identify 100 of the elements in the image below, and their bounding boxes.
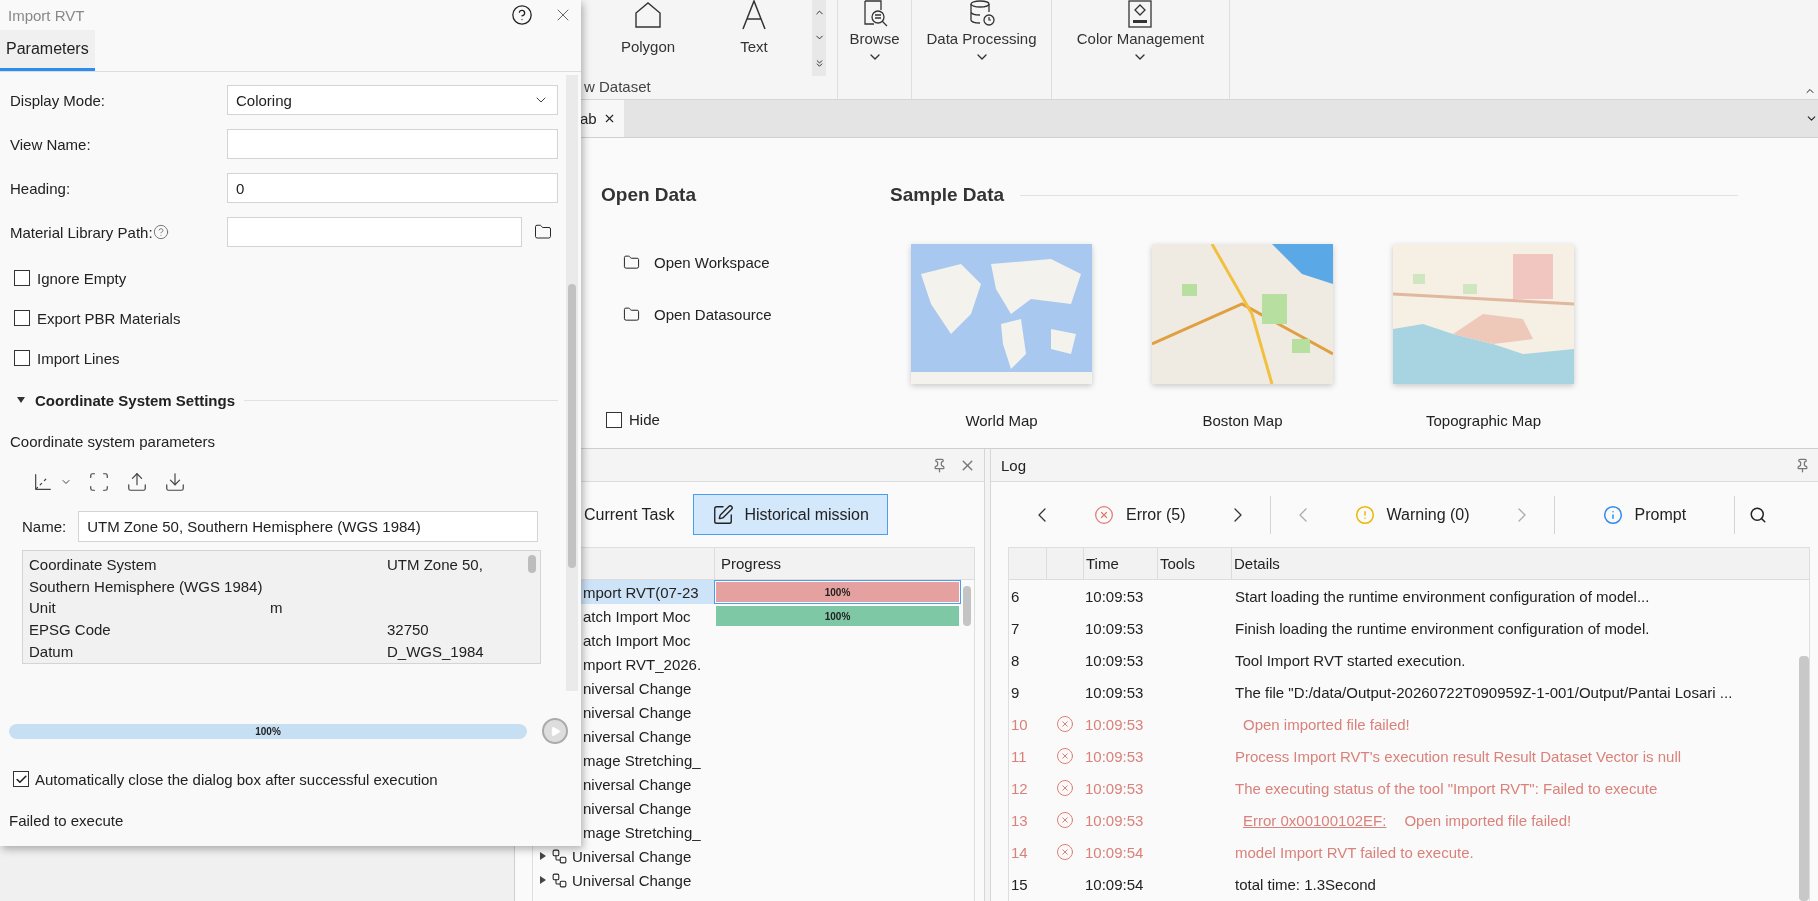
log-message: The executing status of the tool "Import RVT": Failed to execute	[1234, 779, 1658, 797]
input-field[interactable]	[227, 217, 522, 247]
column-header: Time	[1083, 548, 1157, 580]
property-name: Unit	[29, 599, 57, 617]
checkbox[interactable]	[14, 310, 30, 326]
sample-label[interactable]: Topographic Map	[1425, 412, 1542, 429]
log-filter[interactable]: Prompt	[1602, 504, 1687, 525]
ribbon-tool[interactable]: Text	[702, 0, 806, 60]
task-tab[interactable]: Current Task	[583, 494, 676, 535]
row-number: 8	[1010, 651, 1021, 669]
input-field[interactable]: UTM Zone 50, Southern Hemisphere (WGS 1984)	[78, 511, 539, 542]
property-name: Datum	[29, 642, 75, 660]
log-time: 10:09:54	[1084, 843, 1145, 861]
row-number: 10	[1010, 715, 1029, 733]
log-time: 10:09:53	[1084, 811, 1145, 829]
checkbox-label: Import Lines	[37, 349, 120, 367]
search-icon[interactable]	[1749, 505, 1768, 524]
row-number: 11	[1010, 747, 1028, 765]
checkbox-label: Automatically close the dialog box after successful execution	[35, 770, 438, 788]
scrollbar-thumb[interactable]	[963, 586, 971, 626]
checkbox-label: Hide	[629, 411, 660, 428]
log-time: 10:09:53	[1084, 683, 1145, 701]
checkbox[interactable]	[14, 270, 30, 286]
error-icon	[1055, 779, 1074, 797]
log-message: model Import RVT failed to execute.	[1234, 843, 1474, 861]
progress-label: 100%	[824, 586, 851, 598]
info-icon	[1602, 504, 1623, 525]
log-message: Start loading the runtime environment configuration of model...	[1234, 587, 1650, 605]
checkbox[interactable]	[14, 350, 30, 366]
log-message: Tool Import RVT started execution.	[1234, 651, 1466, 669]
log-time: 10:09:53	[1084, 651, 1145, 669]
status-text: Failed to execute	[9, 811, 125, 831]
pentagon-icon	[633, 0, 663, 30]
pin-icon[interactable]	[932, 457, 947, 473]
document-search-icon	[861, 0, 888, 28]
column-header: Progress	[714, 548, 961, 580]
task-name[interactable]: Universal Change	[533, 844, 714, 868]
property-value: UTM Zone 50,	[387, 556, 484, 574]
document-tab[interactable]: ab	[580, 100, 624, 137]
help-icon[interactable]	[511, 4, 533, 26]
ribbon-menu[interactable]: Color Management	[1076, 0, 1205, 74]
log-time: 10:09:53	[1084, 587, 1145, 605]
folder-icon	[623, 305, 640, 323]
notepad-icon	[712, 503, 735, 526]
property-name: Southern Hemisphere (WGS 1984)	[29, 577, 264, 595]
dropdown[interactable]: Coloring	[227, 85, 558, 115]
frame-icon[interactable]	[88, 471, 110, 493]
caret-right-icon[interactable]	[539, 851, 547, 861]
scrollbar-thumb[interactable]	[568, 284, 576, 568]
log-time: 10:09:53	[1084, 779, 1145, 797]
checkbox-label: Ignore Empty	[37, 269, 127, 287]
task-tab[interactable]: Historical mission	[693, 494, 888, 535]
subsection-label: Coordinate system parameters	[10, 432, 217, 452]
export-icon[interactable]	[126, 471, 148, 493]
error-icon	[1055, 747, 1074, 765]
dialog-tab[interactable]: Parameters	[0, 30, 95, 71]
log-message: Open imported file failed!	[1242, 715, 1410, 733]
input-field[interactable]	[227, 129, 558, 159]
caret-right-icon[interactable]	[539, 875, 547, 885]
row-number: 6	[1010, 587, 1021, 605]
text-tool-icon	[739, 0, 769, 30]
error-icon	[1055, 715, 1074, 733]
folder-icon[interactable]	[534, 223, 552, 241]
task-name[interactable]: Universal Change	[533, 868, 714, 892]
ribbon-tool[interactable]: Polygon	[594, 0, 702, 60]
dialog-title: Import RVT	[8, 6, 86, 24]
log-message: Process Import RVT's execution result Result Dataset Vector is null	[1234, 747, 1682, 765]
row-number: 15	[1010, 875, 1029, 893]
scrollbar-thumb[interactable]	[528, 555, 536, 573]
workflow-icon	[551, 847, 568, 865]
checkbox[interactable]	[606, 411, 622, 428]
log-time: 10:09:54	[1084, 875, 1145, 893]
log-message: Open imported file failed!	[1403, 811, 1572, 829]
row-number: 12	[1010, 779, 1029, 797]
caret-down-icon[interactable]	[16, 396, 26, 404]
progress-label: 100%	[824, 610, 851, 622]
log-time: 10:09:53	[1084, 619, 1145, 637]
input-field[interactable]: 0	[227, 173, 558, 203]
scrollbar-thumb[interactable]	[1799, 656, 1809, 901]
checkbox[interactable]	[13, 771, 29, 787]
log-message: total time: 1.3Second	[1234, 875, 1376, 893]
ribbon-menu[interactable]: Data Processing	[926, 0, 1037, 74]
property-name: EPSG Code	[29, 621, 112, 639]
log-filter[interactable]: Error (5)	[1094, 504, 1186, 525]
ribbon-menu[interactable]: Browse	[849, 0, 900, 74]
import-icon[interactable]	[164, 471, 186, 493]
sample-label[interactable]: World Map	[965, 412, 1038, 429]
log-filter[interactable]: Warning (0)	[1354, 504, 1470, 525]
panel-title: Log	[1001, 456, 1027, 474]
sample-label[interactable]: Boston Map	[1202, 412, 1283, 429]
log-message: The file "D:/data/Output-20260722T090959Z-1-001/Output/Pantai Losari ...	[1234, 683, 1733, 701]
field-label: Heading:	[10, 179, 72, 197]
row-number: 7	[1010, 619, 1021, 637]
open-link[interactable]: Open Workspace	[623, 250, 890, 274]
open-link[interactable]: Open Datasource	[623, 302, 890, 326]
database-clock-icon	[967, 0, 996, 28]
axis-icon[interactable]	[32, 471, 54, 493]
row-number: 13	[1010, 811, 1029, 829]
section-title: Coordinate System Settings	[35, 391, 236, 409]
pin-icon[interactable]	[1795, 457, 1810, 473]
